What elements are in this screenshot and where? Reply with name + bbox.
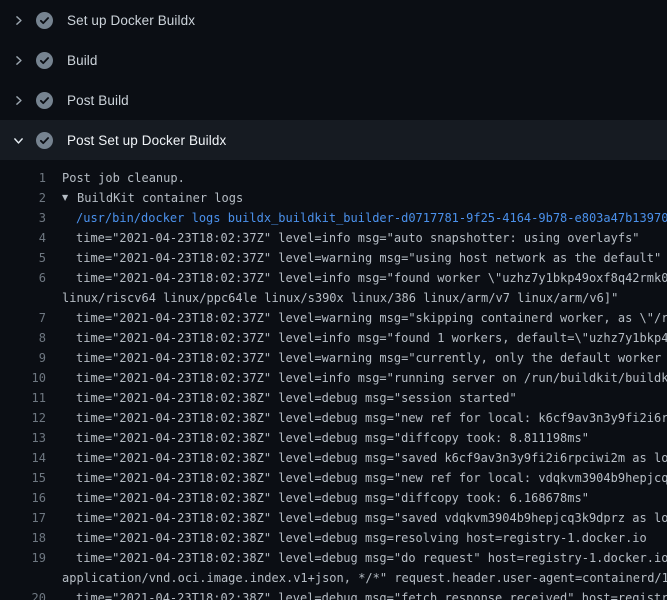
- step-title: Set up Docker Buildx: [67, 13, 195, 28]
- log-line-number[interactable]: 5: [0, 248, 46, 268]
- log-line-number[interactable]: 15: [0, 468, 46, 488]
- log-line-number[interactable]: 20: [0, 588, 46, 600]
- log-row: 9 time="2021-04-23T18:02:37Z" level=warn…: [0, 348, 667, 368]
- log-line-number: [0, 288, 46, 308]
- log-line-number[interactable]: 16: [0, 488, 46, 508]
- log-line-number[interactable]: 10: [0, 368, 46, 388]
- log-row: 12 time="2021-04-23T18:02:38Z" level=deb…: [0, 408, 667, 428]
- step-row-build[interactable]: Build: [0, 40, 667, 80]
- log-line-text: time="2021-04-23T18:02:38Z" level=debug …: [76, 388, 517, 408]
- log-row: 16 time="2021-04-23T18:02:38Z" level=deb…: [0, 488, 667, 508]
- log-line-text: time="2021-04-23T18:02:37Z" level=info m…: [76, 368, 667, 388]
- chevron-right-icon: [11, 93, 26, 108]
- log-line-number[interactable]: 12: [0, 408, 46, 428]
- log-row: 8 time="2021-04-23T18:02:37Z" level=info…: [0, 328, 667, 348]
- chevron-down-icon: [11, 133, 26, 148]
- log-group-toggle[interactable]: BuildKit container logs: [77, 188, 243, 208]
- log-line-number[interactable]: 7: [0, 308, 46, 328]
- log-row: 6 time="2021-04-23T18:02:37Z" level=info…: [0, 268, 667, 288]
- log-line-number[interactable]: 17: [0, 508, 46, 528]
- log-row: 18 time="2021-04-23T18:02:38Z" level=deb…: [0, 528, 667, 548]
- log-line-text: time="2021-04-23T18:02:37Z" level=warnin…: [76, 348, 667, 368]
- log-line-text: time="2021-04-23T18:02:37Z" level=info m…: [76, 268, 667, 288]
- log-row: 15 time="2021-04-23T18:02:38Z" level=deb…: [0, 468, 667, 488]
- log-row: 1 Post job cleanup.: [0, 168, 667, 188]
- log-row: linux/riscv64 linux/ppc64le linux/s390x …: [0, 288, 667, 308]
- steps-list: Set up Docker Buildx Build: [0, 0, 667, 160]
- log-line-number[interactable]: 13: [0, 428, 46, 448]
- log-line-number[interactable]: 8: [0, 328, 46, 348]
- log-line-number[interactable]: 14: [0, 448, 46, 468]
- step-row-set-up-docker-buildx[interactable]: Set up Docker Buildx: [0, 0, 667, 40]
- log-line-text: time="2021-04-23T18:02:38Z" level=debug …: [76, 508, 667, 528]
- triangle-down-icon: ▼: [62, 188, 77, 208]
- log-line-text: time="2021-04-23T18:02:38Z" level=debug …: [76, 548, 667, 568]
- step-title: Post Set up Docker Buildx: [67, 133, 226, 148]
- log-line-number[interactable]: 6: [0, 268, 46, 288]
- check-circle-icon: [36, 52, 53, 69]
- log-row: 11 time="2021-04-23T18:02:38Z" level=deb…: [0, 388, 667, 408]
- log-line-text: time="2021-04-23T18:02:38Z" level=debug …: [76, 448, 667, 468]
- log-line-text: time="2021-04-23T18:02:37Z" level=warnin…: [76, 308, 667, 328]
- log-line-number: [0, 568, 46, 588]
- log-line-text: time="2021-04-23T18:02:38Z" level=debug …: [76, 488, 589, 508]
- log-line-number[interactable]: 3: [0, 208, 46, 228]
- log-line-text: time="2021-04-23T18:02:38Z" level=debug …: [76, 428, 589, 448]
- log-line-text: time="2021-04-23T18:02:38Z" level=debug …: [76, 528, 647, 548]
- check-circle-icon: [36, 132, 53, 149]
- log-row: 2 ▼ BuildKit container logs: [0, 188, 667, 208]
- log-row: 5 time="2021-04-23T18:02:37Z" level=warn…: [0, 248, 667, 268]
- log-row: 14 time="2021-04-23T18:02:38Z" level=deb…: [0, 448, 667, 468]
- log-line-text: time="2021-04-23T18:02:37Z" level=warnin…: [76, 248, 661, 268]
- log-line-text: time="2021-04-23T18:02:37Z" level=info m…: [76, 228, 640, 248]
- step-row-post-set-up-docker-buildx[interactable]: Post Set up Docker Buildx: [0, 120, 667, 160]
- log-command-text: /usr/bin/docker logs buildx_buildkit_bui…: [76, 208, 667, 228]
- workflow-log-viewer: Set up Docker Buildx Build: [0, 0, 667, 600]
- log-line-text: linux/riscv64 linux/ppc64le linux/s390x …: [62, 288, 618, 308]
- log-line-text: time="2021-04-23T18:02:38Z" level=debug …: [76, 588, 667, 600]
- log-line-number[interactable]: 2: [0, 188, 46, 208]
- log-row: 3 /usr/bin/docker logs buildx_buildkit_b…: [0, 208, 667, 228]
- log-line-text: application/vnd.oci.image.index.v1+json,…: [62, 568, 667, 588]
- log-line-text: time="2021-04-23T18:02:38Z" level=debug …: [76, 408, 667, 428]
- chevron-right-icon: [11, 13, 26, 28]
- log-line-text: time="2021-04-23T18:02:37Z" level=info m…: [76, 328, 667, 348]
- log-line-number[interactable]: 11: [0, 388, 46, 408]
- log-line-text: time="2021-04-23T18:02:38Z" level=debug …: [76, 468, 667, 488]
- log-area: 1 Post job cleanup. 2 ▼ BuildKit contain…: [0, 160, 667, 600]
- log-row: 7 time="2021-04-23T18:02:37Z" level=warn…: [0, 308, 667, 328]
- log-row: 13 time="2021-04-23T18:02:38Z" level=deb…: [0, 428, 667, 448]
- step-title: Post Build: [67, 93, 129, 108]
- log-row: 20 time="2021-04-23T18:02:38Z" level=deb…: [0, 588, 667, 600]
- log-row: 10 time="2021-04-23T18:02:37Z" level=inf…: [0, 368, 667, 388]
- log-line-number[interactable]: 9: [0, 348, 46, 368]
- log-line-number[interactable]: 4: [0, 228, 46, 248]
- step-row-post-build[interactable]: Post Build: [0, 80, 667, 120]
- log-line-text: Post job cleanup.: [62, 168, 185, 188]
- step-title: Build: [67, 53, 98, 68]
- log-row: application/vnd.oci.image.index.v1+json,…: [0, 568, 667, 588]
- log-row: 4 time="2021-04-23T18:02:37Z" level=info…: [0, 228, 667, 248]
- chevron-right-icon: [11, 53, 26, 68]
- log-line-number[interactable]: 1: [0, 168, 46, 188]
- log-row: 17 time="2021-04-23T18:02:38Z" level=deb…: [0, 508, 667, 528]
- check-circle-icon: [36, 92, 53, 109]
- check-circle-icon: [36, 12, 53, 29]
- log-line-number[interactable]: 18: [0, 528, 46, 548]
- log-row: 19 time="2021-04-23T18:02:38Z" level=deb…: [0, 548, 667, 568]
- log-line-number[interactable]: 19: [0, 548, 46, 568]
